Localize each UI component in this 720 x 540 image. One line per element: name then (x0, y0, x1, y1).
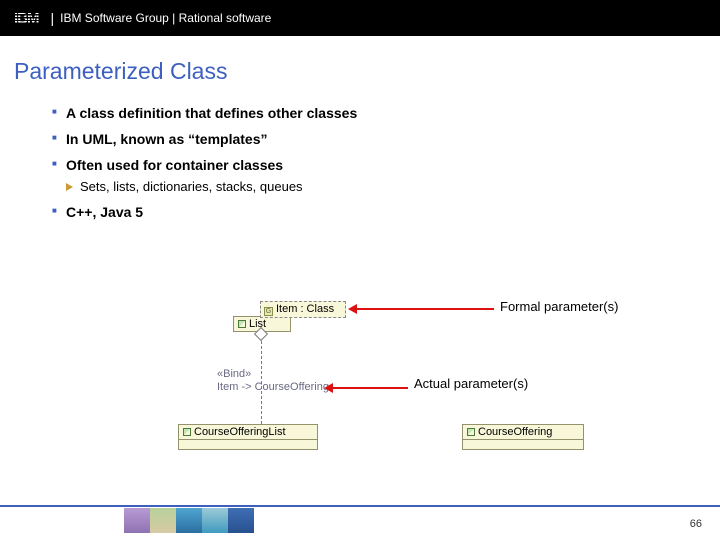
arrow-actual-parameter (332, 387, 408, 389)
uml-binding-label: «Bind» Item -> CourseOffering (217, 368, 329, 393)
footer-thumbnail (150, 508, 176, 533)
binding-substitution: Item -> CourseOffering (217, 381, 329, 394)
class-icon (238, 320, 246, 328)
footer: 66 (0, 502, 720, 536)
uml-class-name-row: CourseOfferingList (179, 425, 317, 439)
page-title: Parameterized Class (0, 36, 720, 85)
class-icon (467, 428, 475, 436)
uml-class-compartment (179, 439, 317, 449)
header-bar: IBM | IBM Software Group | Rational soft… (0, 0, 720, 36)
footer-divider (0, 505, 720, 507)
bullet-item: C++, Java 5 (52, 204, 720, 220)
sub-bullet-text: Sets, lists, dictionaries, stacks, queue… (80, 179, 303, 194)
bullet-text: C++, Java 5 (66, 204, 143, 220)
footer-thumbnail (202, 508, 228, 533)
header-separator: | (51, 10, 55, 26)
footer-thumbnail (228, 508, 254, 533)
realization-arrowhead (256, 329, 266, 339)
uml-diagram: List GItem : Class Formal parameter(s) «… (0, 290, 720, 490)
bullet-text: A class definition that defines other cl… (66, 105, 357, 121)
header-text: IBM Software Group | Rational software (60, 11, 271, 25)
footer-thumbnail (176, 508, 202, 533)
bullet-item: A class definition that defines other cl… (52, 105, 720, 121)
uml-class-compartment (463, 439, 583, 449)
footer-thumbnails (124, 508, 254, 533)
generic-type-icon: G (264, 307, 273, 316)
label-actual-parameter: Actual parameter(s) (414, 376, 528, 391)
uml-template-parameter: Item : Class (276, 303, 334, 315)
content-area: A class definition that defines other cl… (0, 85, 720, 220)
uml-bound-class-left: CourseOfferingList (178, 424, 318, 450)
uml-class-name: CourseOfferingList (194, 426, 286, 438)
bullet-text: In UML, known as “templates” (66, 131, 267, 147)
class-icon (183, 428, 191, 436)
ibm-logo: IBM (12, 10, 41, 27)
bullet-text: Often used for container classes (66, 157, 283, 173)
uml-template-parameter-box: GItem : Class (260, 301, 346, 318)
footer-thumbnail (124, 508, 150, 533)
sub-list: Sets, lists, dictionaries, stacks, queue… (66, 179, 720, 194)
uml-class-name-row: CourseOffering (463, 425, 583, 439)
page-number: 66 (690, 518, 702, 530)
binding-stereotype: «Bind» (217, 368, 329, 381)
label-formal-parameter: Formal parameter(s) (500, 299, 618, 314)
bullet-item: Often used for container classes Sets, l… (52, 157, 720, 194)
sub-bullet-item: Sets, lists, dictionaries, stacks, queue… (66, 179, 720, 194)
bullet-list: A class definition that defines other cl… (52, 105, 720, 220)
arrow-formal-parameter (356, 308, 494, 310)
uml-class-name: CourseOffering (478, 426, 552, 438)
bullet-item: In UML, known as “templates” (52, 131, 720, 147)
uml-bound-class-right: CourseOffering (462, 424, 584, 450)
